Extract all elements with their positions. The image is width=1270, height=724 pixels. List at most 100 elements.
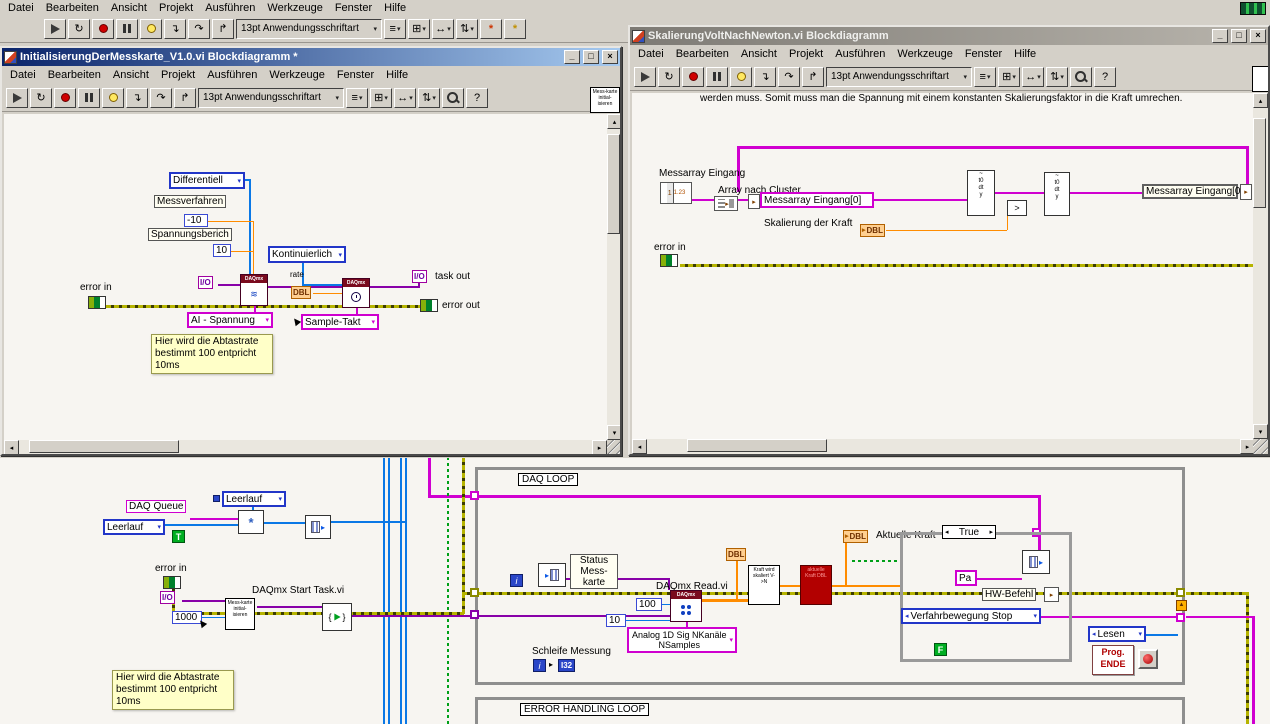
numeric-10[interactable]: 10 (606, 614, 626, 627)
obtain-queue-node[interactable]: * (238, 510, 264, 534)
title-bar[interactable]: InitialisierungDerMesskarte_V1.0.vi Bloc… (2, 48, 620, 66)
io-constant[interactable]: I/O (160, 591, 175, 604)
align-objects-button[interactable]: ≡ ▾ (384, 18, 406, 39)
menu-item[interactable]: Bearbeiten (670, 47, 735, 61)
derivative-node-2[interactable]: ~ t0 dt y (1044, 172, 1070, 216)
scrollbar-track[interactable] (607, 129, 620, 425)
cleanup-button-2[interactable]: * (504, 18, 526, 39)
menu-item[interactable]: Ausführen (199, 1, 261, 15)
distribute-objects-button[interactable]: ⊞ ▾ (370, 87, 392, 108)
resize-grip[interactable] (1253, 439, 1268, 454)
resize-grip[interactable] (607, 440, 620, 454)
step-into-button[interactable]: ↴ (126, 87, 148, 108)
align-objects-button[interactable]: ≡ ▾ (974, 66, 996, 87)
pause-button[interactable] (116, 18, 138, 39)
highlight-execution-button[interactable] (140, 18, 162, 39)
kontinuierlich-ring[interactable]: Kontinuierlich ▾ (268, 246, 346, 263)
zoom-button[interactable] (442, 87, 464, 108)
messarray-output-indicator[interactable]: Messarray Eingang[0] (1142, 184, 1243, 199)
help-button[interactable]: ? (1094, 66, 1116, 87)
dbl-constant[interactable]: DBL (291, 286, 312, 299)
vi-icon-box[interactable]: Mess-karte initial-isieren (590, 87, 620, 113)
io-indicator[interactable]: I/O (412, 270, 427, 283)
menu-item[interactable]: Bearbeiten (42, 68, 107, 82)
menu-item[interactable]: Projekt (155, 68, 201, 82)
step-out-button[interactable]: ↱ (212, 18, 234, 39)
resize-objects-button[interactable]: ↔ ▾ (1022, 66, 1044, 87)
dequeue-node[interactable]: ▸ (538, 563, 566, 587)
cleanup-button[interactable]: * (480, 18, 502, 39)
step-over-button[interactable]: ↷ (150, 87, 172, 108)
font-selector[interactable]: 13pt Anwendungsschriftart ▾ (826, 66, 972, 87)
dbl-constant[interactable]: DBL (726, 548, 747, 561)
distribute-objects-button[interactable]: ⊞ ▾ (408, 18, 430, 39)
menu-item[interactable]: Ansicht (107, 68, 155, 82)
scrollbar-thumb[interactable] (687, 439, 827, 452)
messkarte-vi-node[interactable]: Mess-karte initial-isieren (225, 598, 255, 630)
menu-item[interactable]: Projekt (783, 47, 829, 61)
numeric-minus10[interactable]: -10 (184, 214, 208, 227)
array-to-cluster-node[interactable]: ▸ (714, 196, 738, 211)
ai-spannung-selector[interactable]: AI - Spannung ▾ (187, 312, 273, 328)
resize-objects-button[interactable]: ↔ ▾ (432, 18, 454, 39)
distribute-objects-button[interactable]: ⊞ ▾ (998, 66, 1020, 87)
error-in-cluster[interactable] (163, 576, 181, 589)
daqmx-start-node[interactable]: {} (322, 603, 352, 631)
differentiell-ring[interactable]: Differentiell ▾ (169, 172, 245, 189)
reorder-button[interactable]: ⇅ ▾ (418, 87, 440, 108)
close-button[interactable]: × (1250, 29, 1266, 43)
scroll-left-button[interactable]: ◂ (632, 439, 647, 454)
maximize-button[interactable]: □ (1231, 29, 1247, 43)
daqmx-timing-node[interactable]: DAQmx (342, 278, 370, 308)
minimize-button[interactable]: _ (1212, 29, 1228, 43)
scrollbar-track[interactable] (1253, 108, 1268, 424)
io-constant[interactable]: I/O (198, 276, 213, 289)
reorder-button[interactable]: ⇅ ▾ (1046, 66, 1068, 87)
resize-objects-button[interactable]: ↔ ▾ (394, 87, 416, 108)
run-button[interactable] (634, 66, 656, 87)
step-out-button[interactable]: ↱ (174, 87, 196, 108)
run-button[interactable] (6, 87, 28, 108)
run-continuous-button[interactable]: ↻ (68, 18, 90, 39)
abort-button[interactable] (682, 66, 704, 87)
horizontal-scrollbar[interactable]: ◂ ▸ (4, 440, 607, 454)
horizontal-scrollbar[interactable]: ◂ ▸ (632, 439, 1255, 454)
menu-item[interactable]: Projekt (153, 1, 199, 15)
leerlauf-ring[interactable]: Leerlauf ▾ (222, 491, 286, 507)
messarray-element-box[interactable]: Messarray Eingang[0] (760, 192, 874, 208)
menu-item[interactable]: Datei (2, 1, 40, 15)
step-over-button[interactable]: ↷ (778, 66, 800, 87)
leerlauf-ring-2[interactable]: Leerlauf ▾ (103, 519, 165, 535)
highlight-execution-button[interactable] (730, 66, 752, 87)
scroll-left-button[interactable]: ◂ (4, 440, 19, 454)
scrollbar-track[interactable] (647, 439, 1240, 454)
menu-item[interactable]: Ansicht (105, 1, 153, 15)
font-selector[interactable]: 13pt Anwendungsschriftart ▾ (198, 87, 344, 108)
close-button[interactable]: × (602, 50, 618, 64)
error-out-cluster[interactable] (420, 299, 438, 312)
menu-item[interactable]: Hilfe (380, 68, 414, 82)
numeric-10[interactable]: 10 (213, 244, 231, 257)
menu-item[interactable]: Hilfe (1008, 47, 1042, 61)
menu-item[interactable]: Bearbeiten (40, 1, 105, 15)
true-constant[interactable]: T (172, 530, 185, 543)
lesen-ring[interactable]: ◂ Lesen ▾ (1088, 626, 1146, 642)
pa-constant[interactable]: Pa (955, 570, 977, 586)
menu-item[interactable]: Fenster (331, 68, 380, 82)
aktuelle-kraft-node[interactable]: aktuelle Kraft DBL (800, 565, 832, 605)
help-button[interactable]: ? (466, 87, 488, 108)
minimize-button[interactable]: _ (564, 50, 580, 64)
vertical-scrollbar[interactable]: ▴ ▾ (1253, 93, 1268, 439)
stop-led-button[interactable] (1138, 649, 1158, 669)
dbl-constant[interactable]: ▸ DBL (860, 224, 885, 237)
menu-item[interactable]: Ausführen (829, 47, 891, 61)
abort-button[interactable] (54, 87, 76, 108)
menu-item[interactable]: Datei (632, 47, 670, 61)
verfahrbewegung-ring[interactable]: ◂ Verfahrbewegung Stop ▾ (901, 608, 1041, 624)
enqueue-node[interactable]: ▸ (305, 515, 331, 539)
menu-item[interactable]: Werkzeuge (261, 1, 328, 15)
dbl-indicator[interactable]: ▸ DBL (843, 530, 868, 543)
font-selector[interactable]: 13pt Anwendungsschriftart ▾ (236, 18, 382, 39)
array-control-icon[interactable]: 1 1.23 (660, 182, 692, 204)
step-out-button[interactable]: ↱ (802, 66, 824, 87)
